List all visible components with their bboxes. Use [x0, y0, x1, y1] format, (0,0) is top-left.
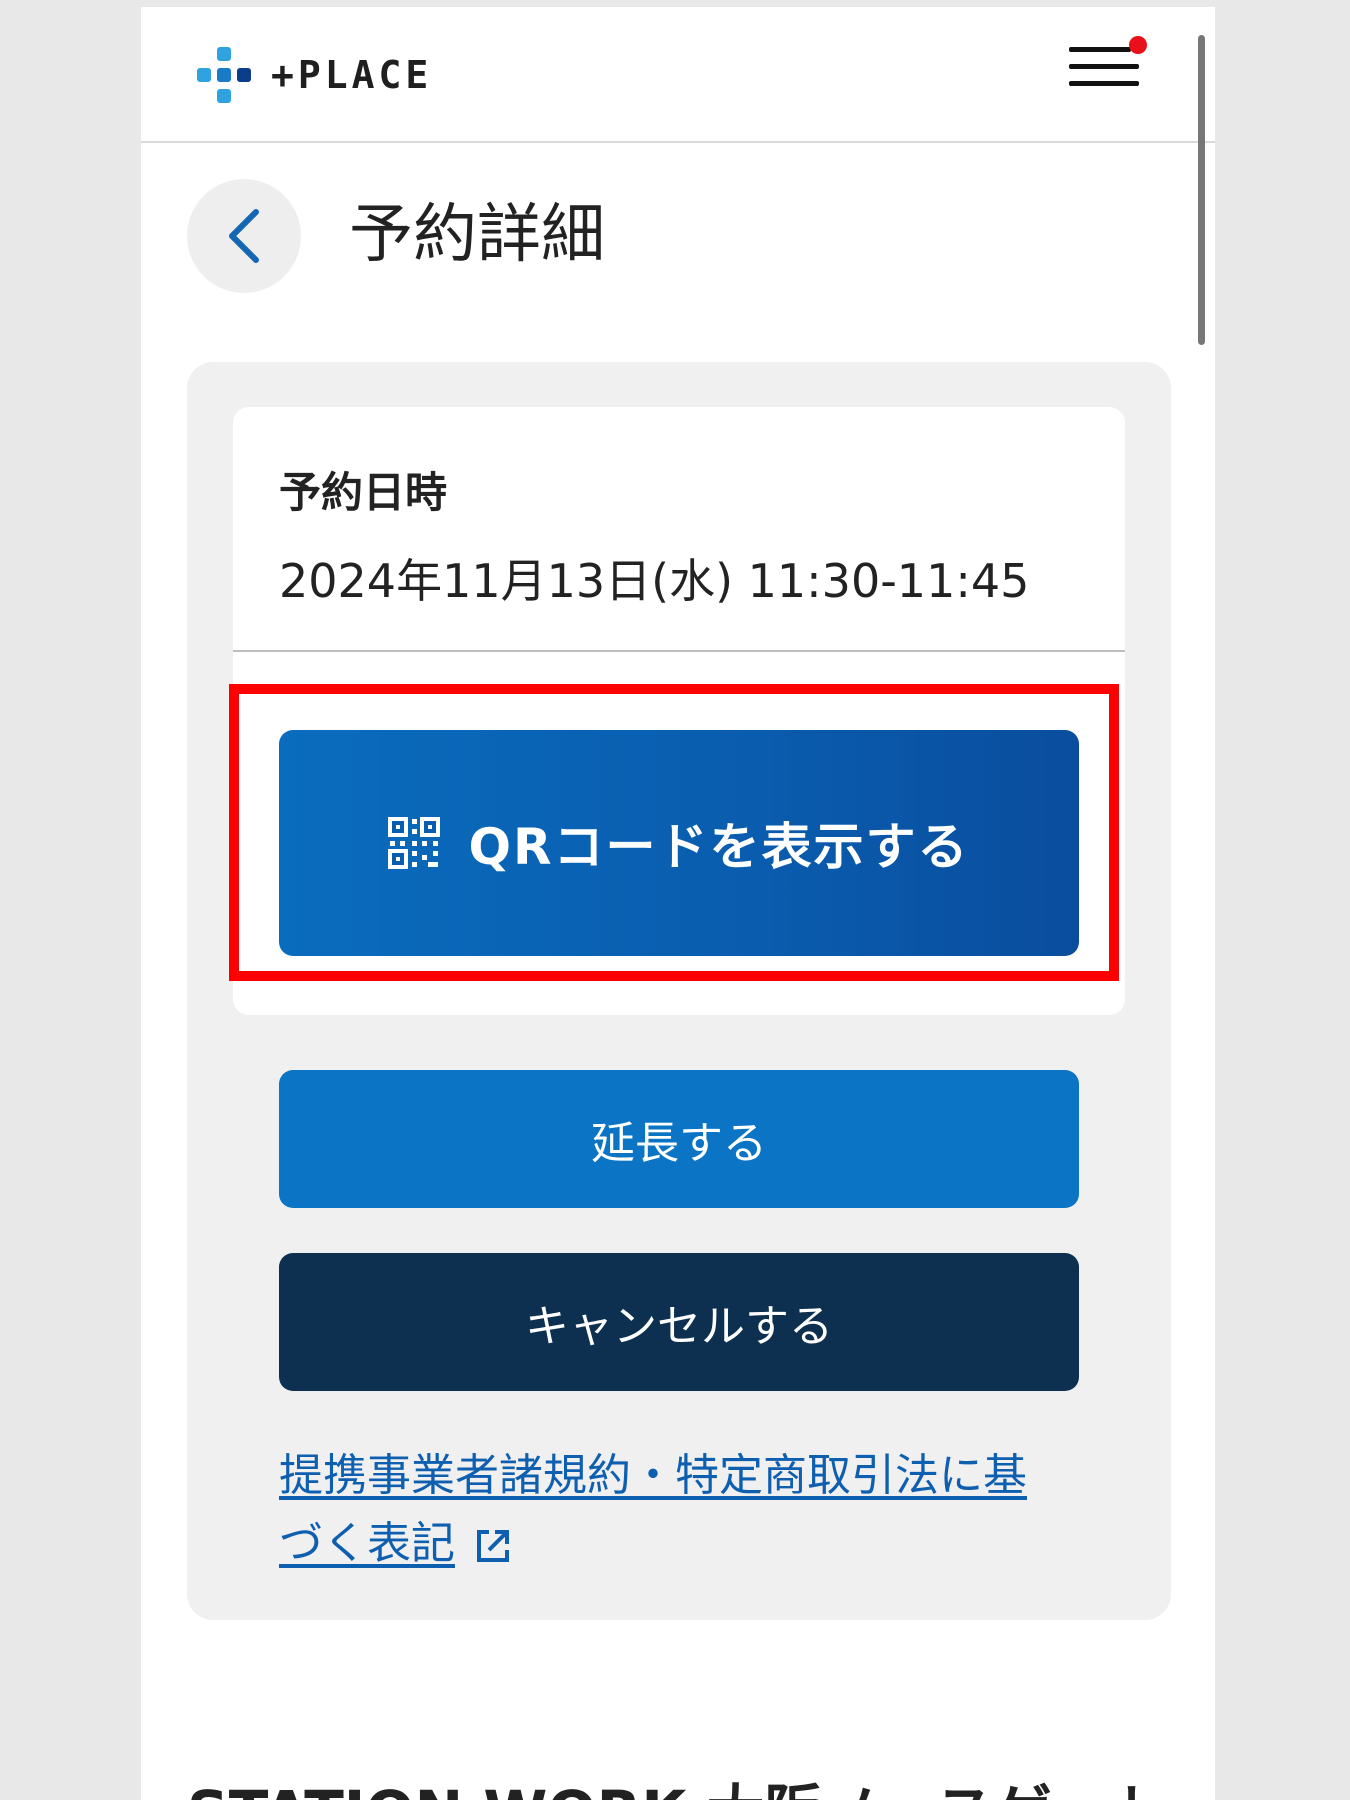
site-header: +PLACE	[141, 7, 1215, 143]
extend-button-label: 延長する	[591, 1118, 767, 1169]
location-title: STATION WORK 大阪ノースゲート	[187, 1783, 1168, 1800]
page-title: 予約詳細	[349, 198, 605, 272]
cancel-button-label: キャンセルする	[525, 1301, 833, 1352]
card-divider	[233, 650, 1125, 652]
mobile-viewport: +PLACE 予約詳細 予約日時 2024年11月13日(水) 11:30-11…	[141, 7, 1215, 1800]
brand-name: +PLACE	[271, 53, 433, 97]
hamburger-menu-button[interactable]	[1069, 36, 1147, 97]
external-link-icon	[477, 1530, 509, 1562]
legal-terms-link[interactable]: 提携事業者諸規約・特定商取引法に基づく表記	[279, 1442, 1069, 1578]
notification-dot	[1129, 36, 1147, 54]
extend-button[interactable]: 延長する	[279, 1070, 1079, 1208]
cancel-button[interactable]: キャンセルする	[279, 1253, 1079, 1391]
show-qr-code-label: QRコードを表示する	[468, 818, 970, 876]
plus-place-logo-icon	[191, 41, 257, 109]
back-button[interactable]	[187, 179, 301, 293]
reservation-datetime-label: 予約日時	[279, 468, 448, 517]
show-qr-code-button[interactable]: QRコードを表示する	[279, 730, 1079, 956]
qr-code-icon	[388, 817, 441, 869]
reservation-datetime-value: 2024年11月13日(水) 11:30-11:45	[279, 554, 1030, 608]
legal-terms-link-text: 提携事業者諸規約・特定商取引法に基づく表記	[279, 1450, 1027, 1569]
plus-place-logo[interactable]: +PLACE	[191, 41, 432, 109]
page-scrollbar[interactable]	[1198, 35, 1205, 345]
reservation-panel: 予約日時 2024年11月13日(水) 11:30-11:45 QRコードを表示…	[187, 362, 1171, 1620]
chevron-left-icon	[229, 209, 259, 263]
